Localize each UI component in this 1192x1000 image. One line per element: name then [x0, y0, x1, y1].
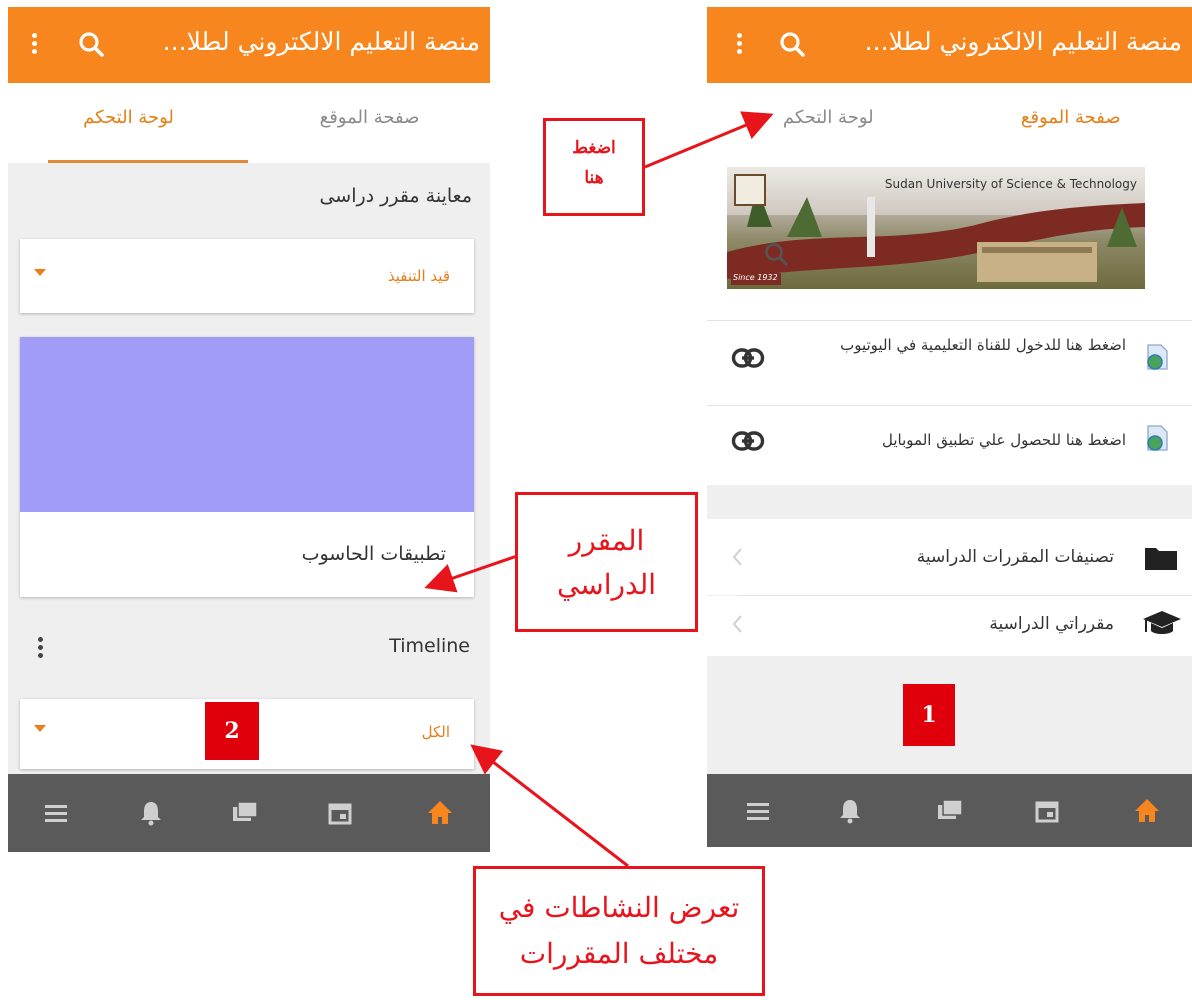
annotation-line: تعرض النشاطات في: [498, 891, 740, 924]
annotation-course: المقرر الدراسي: [515, 492, 698, 632]
annotation-line: اضغط: [572, 138, 616, 158]
annotation-line: هنا: [584, 168, 604, 188]
annotation-activities: تعرض النشاطات في مختلف المقررات: [473, 866, 765, 996]
annotation-line: مختلف المقررات: [519, 937, 719, 970]
arrow-to-dashboard-tab: [644, 111, 774, 169]
annotation-press-here: اضغط هنا: [543, 118, 645, 216]
arrow-to-course-card: [424, 554, 518, 593]
annotation-line: الدراسي: [556, 568, 657, 601]
arrow-to-timeline-filter: [470, 744, 629, 868]
annotation-line: المقرر: [568, 524, 645, 557]
